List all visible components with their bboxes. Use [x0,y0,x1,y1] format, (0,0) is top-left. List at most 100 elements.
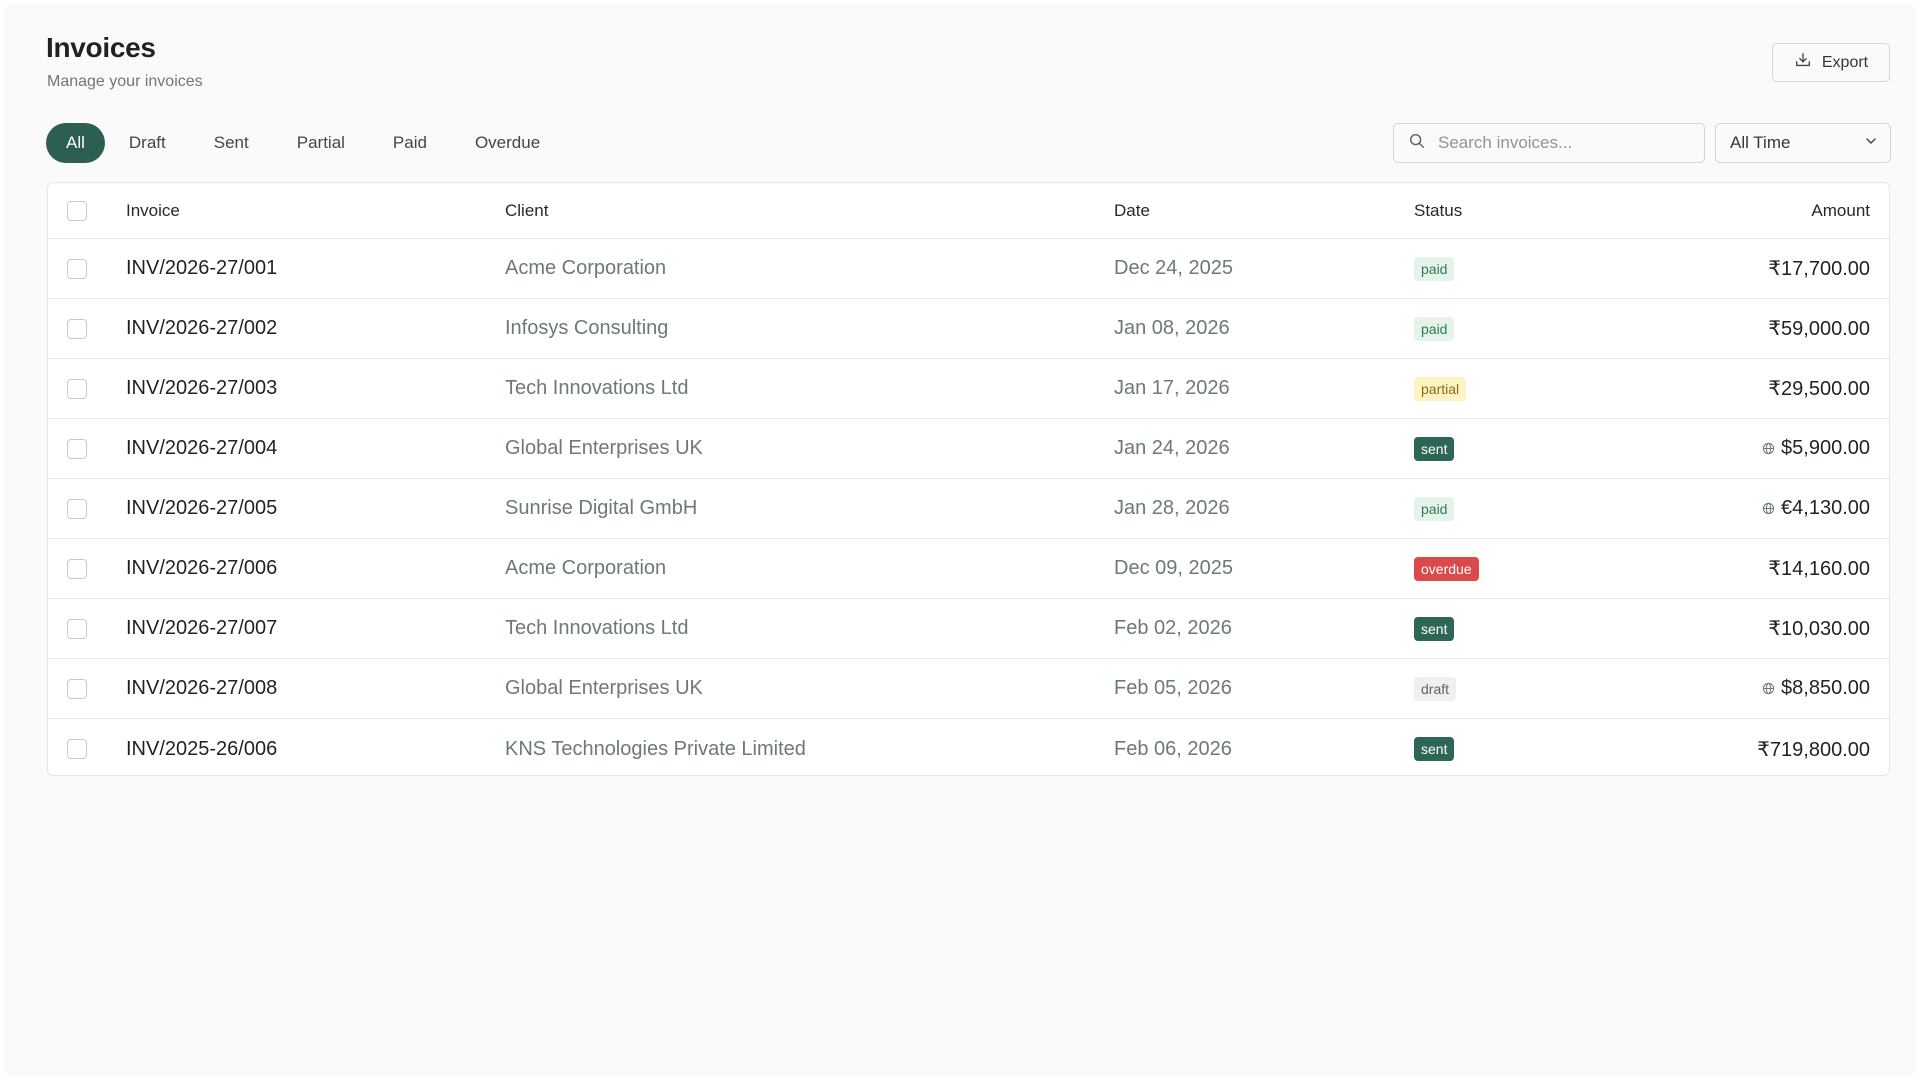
date-range-value: All Time [1730,133,1791,152]
client-name: KNS Technologies Private Limited [505,737,806,760]
column-header-invoice[interactable]: Invoice [126,201,180,221]
select-all-checkbox[interactable] [67,201,87,221]
invoice-number[interactable]: INV/2026-27/008 [126,677,277,700]
tab-paid[interactable]: Paid [369,123,451,163]
table-row[interactable]: INV/2026-27/003 Tech Innovations Ltd Jan 1… [48,359,1889,419]
tab-all[interactable]: All [46,123,105,163]
invoice-amount: ₹59,000.00 [1768,318,1870,340]
invoice-date: Feb 06, 2026 [1114,737,1232,760]
export-button[interactable]: Export [1772,43,1890,82]
table-row[interactable]: INV/2025-26/006 KNS Technologies Private … [48,719,1889,775]
status-cell: sent [1414,436,1455,461]
table-row[interactable]: INV/2026-27/004 Global Enterprises UK Jan … [48,419,1889,479]
invoice-amount: ₹10,030.00 [1768,618,1870,640]
status-badge: sent [1414,436,1455,461]
amount-cell: €4,130.00 [1762,497,1870,520]
status-cell: sent [1414,737,1455,761]
row-checkbox[interactable] [67,379,87,399]
invoice-amount: $5,900.00 [1781,437,1870,459]
amount-cell: ₹17,700.00 [1768,256,1870,281]
status-cell: sent [1414,616,1455,641]
globe-icon [1762,502,1775,515]
tab-sent[interactable]: Sent [190,123,273,163]
invoice-amount: $8,850.00 [1781,677,1870,699]
invoice-number[interactable]: INV/2026-27/003 [126,377,277,400]
amount-cell: ₹10,030.00 [1768,616,1870,641]
row-checkbox[interactable] [67,739,87,759]
search-input[interactable] [1438,133,1688,153]
amount-cell: ₹719,800.00 [1757,737,1870,762]
table-row[interactable]: INV/2026-27/005 Sunrise Digital GmbH Jan 2… [48,479,1889,539]
invoice-date: Dec 09, 2025 [1114,557,1233,579]
search-box[interactable] [1393,123,1705,163]
invoice-amount: €4,130.00 [1781,497,1870,519]
row-checkbox[interactable] [67,319,87,339]
page-subtitle: Manage your invoices [47,73,203,90]
status-badge: sent [1414,616,1455,641]
column-header-status[interactable]: Status [1414,201,1462,221]
row-checkbox[interactable] [67,259,87,279]
table-body: INV/2026-27/001 Acme Corporation Dec 24, 2… [48,239,1889,775]
amount-cell: ₹14,160.00 [1768,556,1870,581]
client-name: Global Enterprises UK [505,437,703,459]
invoice-number[interactable]: INV/2026-27/005 [126,497,277,520]
tab-draft[interactable]: Draft [105,123,190,163]
client-name: Global Enterprises UK [505,677,703,699]
tab-overdue[interactable]: Overdue [451,123,564,163]
status-cell: partial [1414,376,1467,401]
invoice-number[interactable]: INV/2026-27/007 [126,617,277,640]
row-checkbox[interactable] [67,439,87,459]
status-badge: partial [1414,376,1467,401]
client-name: Infosys Consulting [505,317,669,339]
status-badge: draft [1414,676,1457,701]
invoice-date: Dec 24, 2025 [1114,257,1233,279]
column-header-date[interactable]: Date [1114,201,1150,221]
status-badge: paid [1414,256,1455,281]
status-cell: paid [1414,496,1455,521]
table-row[interactable]: INV/2026-27/002 Infosys Consulting Jan 08,… [48,299,1889,359]
status-cell: draft [1414,676,1457,701]
export-label: Export [1821,53,1869,71]
table-row[interactable]: INV/2026-27/008 Global Enterprises UK Feb … [48,659,1889,719]
status-badge: sent [1414,737,1455,761]
status-badge: overdue [1414,556,1479,581]
client-name: Tech Innovations Ltd [505,617,689,639]
row-checkbox[interactable] [67,619,87,639]
status-cell: paid [1414,256,1455,281]
client-name: Sunrise Digital GmbH [505,497,698,519]
invoice-amount: ₹17,700.00 [1768,258,1870,280]
status-filter-tabs: All Draft Sent Partial Paid Overdue [46,123,564,163]
invoice-number[interactable]: INV/2026-27/004 [126,437,277,460]
row-checkbox[interactable] [67,679,87,699]
row-checkbox[interactable] [67,499,87,519]
client-name: Tech Innovations Ltd [505,377,689,399]
invoices-table: Invoice Client Date Status Amount INV/20… [47,182,1890,776]
invoice-date: Feb 02, 2026 [1114,617,1232,639]
table-row[interactable]: INV/2026-27/007 Tech Innovations Ltd Feb 0… [48,599,1889,659]
invoice-number[interactable]: INV/2026-27/001 [126,257,277,280]
amount-cell: $5,900.00 [1762,437,1870,460]
invoice-number[interactable]: INV/2025-26/006 [126,738,277,761]
invoice-number[interactable]: INV/2026-27/002 [126,317,277,340]
row-checkbox[interactable] [67,559,87,579]
search-icon [1408,132,1426,155]
amount-cell: $8,850.00 [1762,677,1870,700]
table-row[interactable]: INV/2026-27/006 Acme Corporation Dec 09, 2… [48,539,1889,599]
date-range-select[interactable]: All Time [1715,123,1891,163]
invoice-amount: ₹719,800.00 [1757,738,1870,761]
status-badge: paid [1414,496,1455,521]
globe-icon [1762,442,1775,455]
invoice-date: Jan 17, 2026 [1114,377,1230,399]
status-badge: paid [1414,316,1455,341]
invoice-date: Jan 28, 2026 [1114,497,1230,519]
table-row[interactable]: INV/2026-27/001 Acme Corporation Dec 24, 2… [48,239,1889,299]
client-name: Acme Corporation [505,557,667,579]
chevron-down-icon [1864,133,1878,153]
tab-partial[interactable]: Partial [273,123,369,163]
table-header: Invoice Client Date Status Amount [48,183,1889,239]
invoice-number[interactable]: INV/2026-27/006 [126,557,277,580]
column-header-client[interactable]: Client [505,201,548,221]
download-tray-icon [1794,51,1812,74]
column-header-amount[interactable]: Amount [1811,201,1870,221]
status-cell: overdue [1414,556,1479,581]
